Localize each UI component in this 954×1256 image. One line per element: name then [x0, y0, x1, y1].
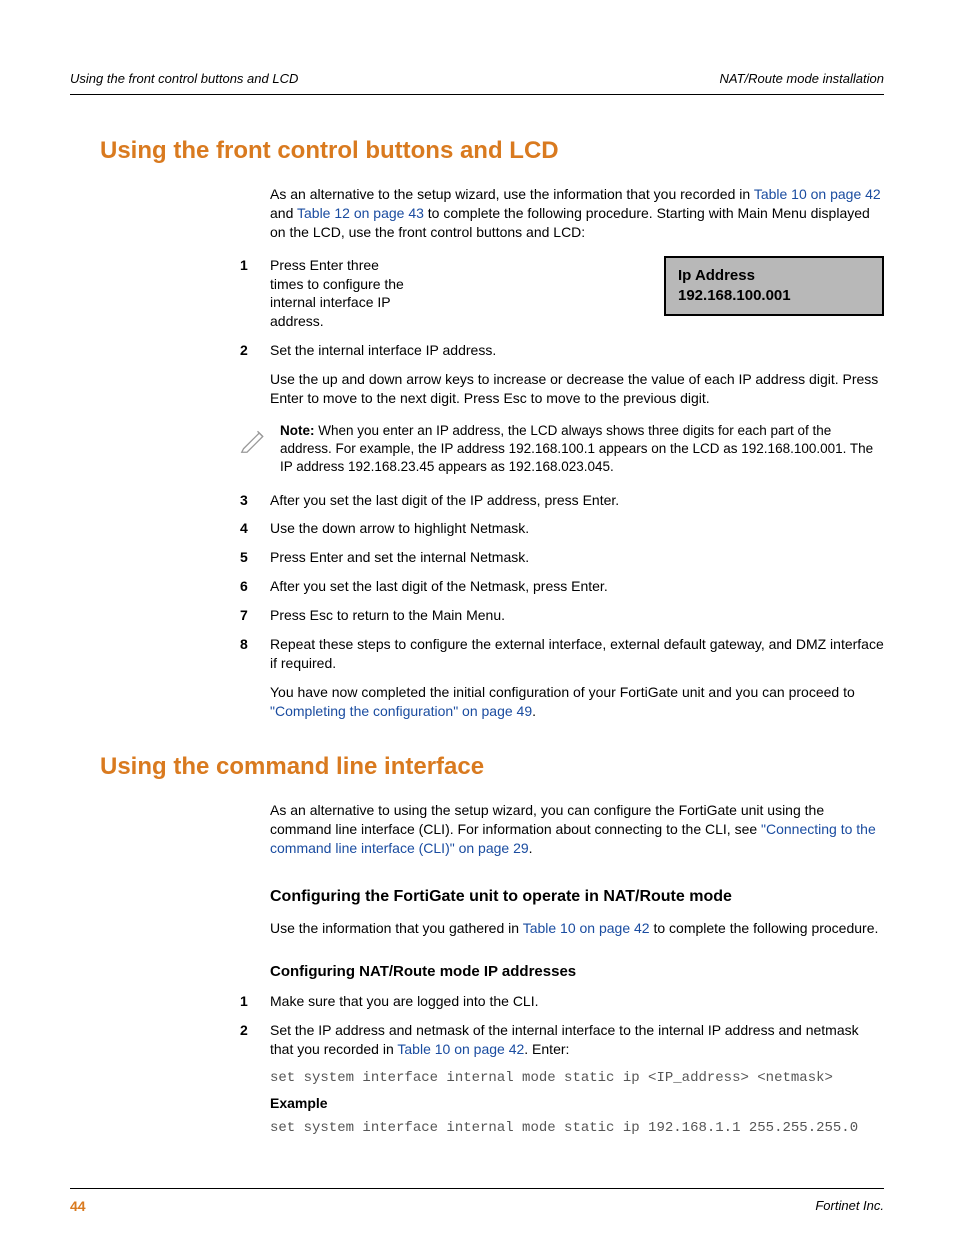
- section-heading-lcd: Using the front control buttons and LCD: [100, 135, 884, 167]
- header-left: Using the front control buttons and LCD: [70, 70, 298, 88]
- step-6: 6 After you set the last digit of the Ne…: [240, 577, 884, 596]
- page-number: 44: [70, 1197, 86, 1216]
- running-header: Using the front control buttons and LCD …: [70, 70, 884, 95]
- cli-step-1: 1 Make sure that you are logged into the…: [240, 992, 884, 1011]
- link-completing-config[interactable]: "Completing the configuration" on page 4…: [270, 703, 532, 719]
- subheading-configure-ip: Configuring NAT/Route mode IP addresses: [270, 962, 884, 982]
- section2-intro: As an alternative to using the setup wiz…: [270, 801, 884, 858]
- step-number: 3: [240, 491, 270, 510]
- section1-intro: As an alternative to the setup wizard, u…: [270, 185, 884, 242]
- step-text: Press Enter and set the internal Netmask…: [270, 548, 884, 567]
- step-1: 1 Press Enter three times to configure t…: [240, 256, 644, 332]
- step-4: 4 Use the down arrow to highlight Netmas…: [240, 519, 884, 538]
- step-text: Press Esc to return to the Main Menu.: [270, 606, 884, 625]
- step-text: After you set the last digit of the IP a…: [270, 491, 884, 510]
- example-label: Example: [270, 1094, 884, 1113]
- header-right: NAT/Route mode installation: [719, 70, 884, 88]
- lcd-display: Ip Address 192.168.100.001: [664, 256, 884, 317]
- sub1-text: Use the information that you gathered in…: [270, 919, 884, 938]
- step-2-detail: Use the up and down arrow keys to increa…: [270, 370, 884, 408]
- page-footer: 44 Fortinet Inc.: [70, 1188, 884, 1216]
- step-text: After you set the last digit of the Netm…: [270, 577, 884, 596]
- step-2: 2 Set the internal interface IP address.: [240, 341, 884, 360]
- step-number: 8: [240, 635, 270, 673]
- link-table-10-c[interactable]: Table 10 on page 42: [397, 1041, 524, 1057]
- cli-step-2: 2 Set the IP address and netmask of the …: [240, 1021, 884, 1059]
- code-set-interface: set system interface internal mode stati…: [270, 1069, 884, 1088]
- step-number: 1: [240, 256, 270, 332]
- step-text: Repeat these steps to configure the exte…: [270, 635, 884, 673]
- lcd-line-2: 192.168.100.001: [678, 286, 870, 306]
- step-text: Use the down arrow to highlight Netmask.: [270, 519, 884, 538]
- step-number: 7: [240, 606, 270, 625]
- step-8: 8 Repeat these steps to configure the ex…: [240, 635, 884, 673]
- link-table-10[interactable]: Table 10 on page 42: [754, 186, 881, 202]
- code-example: set system interface internal mode stati…: [270, 1119, 884, 1138]
- note-text: Note: When you enter an IP address, the …: [280, 422, 884, 477]
- section1-closing: You have now completed the initial confi…: [270, 683, 884, 721]
- step-text: Press Enter three times to configure the…: [270, 256, 644, 332]
- step-number: 1: [240, 992, 270, 1011]
- step-number: 6: [240, 577, 270, 596]
- step-7: 7 Press Esc to return to the Main Menu.: [240, 606, 884, 625]
- step-text: Set the internal interface IP address.: [270, 341, 884, 360]
- note-icon: [240, 422, 270, 459]
- footer-company: Fortinet Inc.: [815, 1197, 884, 1216]
- lcd-line-1: Ip Address: [678, 266, 870, 286]
- step-number: 4: [240, 519, 270, 538]
- step-number: 2: [240, 341, 270, 360]
- note-block: Note: When you enter an IP address, the …: [240, 422, 884, 477]
- link-table-10-b[interactable]: Table 10 on page 42: [523, 920, 650, 936]
- step-5: 5 Press Enter and set the internal Netma…: [240, 548, 884, 567]
- step-text: Set the IP address and netmask of the in…: [270, 1021, 884, 1059]
- link-table-12[interactable]: Table 12 on page 43: [297, 205, 424, 221]
- step-3: 3 After you set the last digit of the IP…: [240, 491, 884, 510]
- step-number: 5: [240, 548, 270, 567]
- step-text: Make sure that you are logged into the C…: [270, 992, 884, 1011]
- section-heading-cli: Using the command line interface: [100, 751, 884, 783]
- subheading-configure-nat: Configuring the FortiGate unit to operat…: [270, 886, 884, 908]
- step-number: 2: [240, 1021, 270, 1059]
